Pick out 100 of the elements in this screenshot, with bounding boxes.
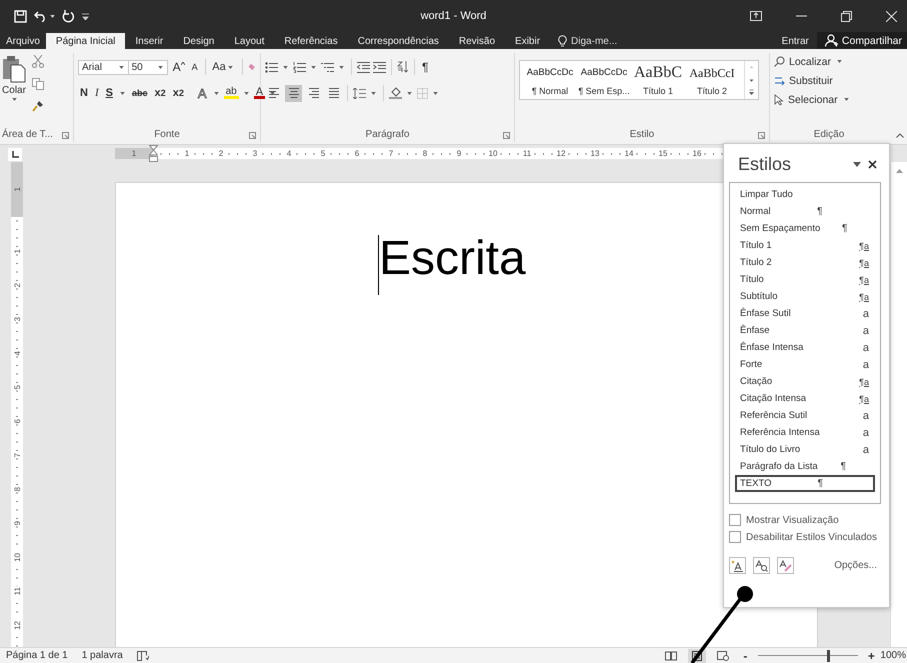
ruler-number: 6 xyxy=(354,149,360,158)
zoom-out-button[interactable]: - xyxy=(740,648,750,662)
underline-button[interactable]: S xyxy=(104,86,115,100)
style-list-item[interactable]: Título do Livro a xyxy=(735,441,875,458)
font-name-field[interactable]: Arial xyxy=(78,60,129,74)
style-inspector-button[interactable] xyxy=(753,557,770,574)
style-gallery-item[interactable]: AaBbCcI Título 2 xyxy=(685,61,739,99)
word-count[interactable]: 1 palavra xyxy=(82,650,123,661)
dialog-launcher-icon[interactable] xyxy=(503,132,510,139)
style-list-item[interactable]: Referência Intensa a xyxy=(735,424,875,441)
dialog-launcher-icon[interactable] xyxy=(62,132,69,139)
style-list-item[interactable]: Forte a xyxy=(735,356,875,373)
increase-indent-icon[interactable] xyxy=(373,62,386,72)
bullets-icon[interactable] xyxy=(265,62,278,72)
decrease-indent-icon[interactable] xyxy=(357,62,370,72)
options-link[interactable]: Opções... xyxy=(834,560,881,571)
brush-icon[interactable] xyxy=(32,100,44,112)
style-list-item[interactable]: Ênfase Intensa a xyxy=(735,339,875,356)
style-name: Título 1 xyxy=(642,86,673,96)
style-type-mark: ¶a xyxy=(859,292,869,302)
show-marks-button[interactable]: ¶ xyxy=(420,60,430,74)
new-style-button[interactable] xyxy=(729,557,746,574)
strikethrough-button[interactable]: abc xyxy=(130,86,150,100)
ribbon-tab[interactable]: Correspondências xyxy=(348,33,449,49)
line-spacing-icon[interactable] xyxy=(353,88,366,98)
indent-marker-icon[interactable] xyxy=(149,145,158,162)
highlight-button[interactable]: ab xyxy=(224,87,239,99)
tell-me-field[interactable]: Diga-me... xyxy=(558,33,618,49)
ribbon-tab[interactable]: Design xyxy=(173,33,224,49)
style-list-item[interactable]: Título ¶a xyxy=(735,271,875,288)
grow-font-button[interactable]: A xyxy=(170,60,187,74)
zoom-level[interactable]: 100% xyxy=(880,650,907,661)
zoom-in-button[interactable]: + xyxy=(866,648,876,662)
ribbon-tab[interactable]: Arquivo xyxy=(0,33,46,49)
sort-icon[interactable] xyxy=(397,61,409,73)
redo-icon[interactable] xyxy=(62,10,75,22)
page-icon xyxy=(691,650,704,660)
style-gallery-item[interactable]: AaBbCcDc ¶ Sem Esp... xyxy=(577,61,631,99)
style-gallery-item[interactable]: AaBbC Título 1 xyxy=(631,61,685,99)
align-button[interactable] xyxy=(285,84,302,102)
numbering-icon[interactable] xyxy=(293,62,306,72)
paint-bucket-icon[interactable] xyxy=(389,87,402,99)
style-gallery-item[interactable]: AaBbCcDc ¶ Normal xyxy=(523,61,577,99)
ribbon-tab[interactable]: Revisão xyxy=(448,33,506,49)
manage-styles-button[interactable] xyxy=(777,557,794,574)
ribbon-display-icon[interactable] xyxy=(750,11,762,21)
style-list-item[interactable]: Título 1 ¶a xyxy=(735,237,875,254)
ribbon-tab[interactable]: Exibir xyxy=(505,33,550,49)
dialog-launcher-icon[interactable] xyxy=(249,132,256,139)
ribbon-tab[interactable]: Inserir xyxy=(125,33,174,49)
style-list-item[interactable]: TEXTO ¶ xyxy=(735,475,875,492)
caret-icon[interactable] xyxy=(50,14,55,18)
ribbon-tab[interactable]: Referências xyxy=(274,33,348,49)
change-case-button[interactable]: Aa xyxy=(210,60,237,74)
replace-button[interactable]: Substituir xyxy=(774,73,884,88)
font-size-field[interactable]: 50 xyxy=(128,60,168,74)
style-list-item[interactable]: Referência Sutil a xyxy=(735,407,875,424)
style-list-item[interactable]: Citação ¶a xyxy=(735,373,875,390)
tab-stop-button[interactable] xyxy=(8,148,22,161)
select-button[interactable]: Selecionar xyxy=(774,92,884,107)
save-icon[interactable] xyxy=(14,10,27,22)
ruler-number: 5 xyxy=(12,384,22,390)
font-color-button[interactable]: A xyxy=(254,87,266,99)
style-list-item[interactable]: Título 2 ¶a xyxy=(735,254,875,271)
style-list-item[interactable]: Limpar Tudo xyxy=(735,186,875,203)
shrink-font-button[interactable]: A xyxy=(190,60,200,74)
multilevel-list-icon[interactable] xyxy=(321,62,334,72)
collapse-ribbon-icon[interactable] xyxy=(896,133,904,138)
italic-button[interactable]: I xyxy=(92,86,101,100)
checkbox[interactable] xyxy=(729,514,741,526)
close-icon[interactable] xyxy=(868,160,877,168)
copy-icon[interactable] xyxy=(32,78,44,90)
checkbox[interactable] xyxy=(729,531,741,543)
vertical-scrollbar[interactable] xyxy=(890,162,907,647)
style-list-item[interactable]: Citação Intensa ¶a xyxy=(735,390,875,407)
share-button[interactable]: Compartilhar xyxy=(816,32,907,49)
style-list-item[interactable]: Sem Espaçamento ¶ xyxy=(735,220,875,237)
style-list-item[interactable]: Normal ¶ xyxy=(735,203,875,220)
dialog-launcher-icon[interactable] xyxy=(758,132,765,139)
caret-icon[interactable] xyxy=(853,162,861,166)
scissors-icon[interactable] xyxy=(32,55,44,68)
page-count[interactable]: Página 1 de 1 xyxy=(6,650,68,661)
book-check-icon[interactable] xyxy=(136,650,149,661)
scroll-up-icon[interactable] xyxy=(896,168,902,173)
style-list-item[interactable]: Parágrafo da Lista ¶ xyxy=(735,458,875,475)
ruler-number: 4 xyxy=(12,350,22,356)
zoom-slider-thumb[interactable] xyxy=(827,650,830,662)
customize-toolbar-icon[interactable] xyxy=(82,12,89,20)
sign-in-link[interactable]: Entrar xyxy=(774,33,817,49)
find-button[interactable]: Localizar xyxy=(774,54,884,69)
style-list-item[interactable]: Ênfase a xyxy=(735,322,875,339)
ribbon-tab[interactable]: Layout xyxy=(224,33,274,49)
style-list-item[interactable]: Subtítulo ¶a xyxy=(735,288,875,305)
minimize-icon[interactable] xyxy=(796,15,807,17)
paste-button[interactable]: Colar xyxy=(2,53,26,101)
bold-button[interactable]: N xyxy=(78,86,90,100)
style-list-item[interactable]: Ênfase Sutil a xyxy=(735,305,875,322)
restore-icon[interactable] xyxy=(841,10,852,22)
ribbon-tab[interactable]: Página Inicial xyxy=(46,33,126,49)
caret-icon xyxy=(371,92,376,94)
